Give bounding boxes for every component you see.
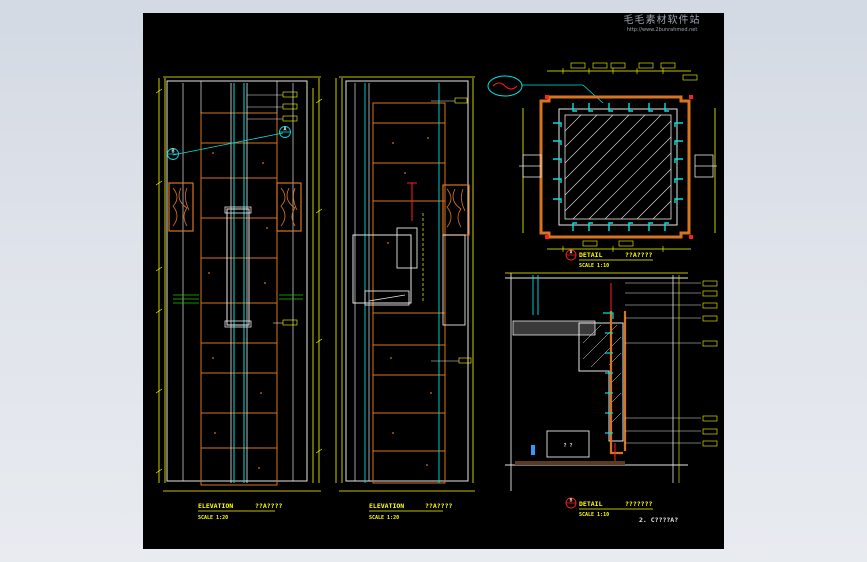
cad-drawing-canvas: ELEVATION ??A???? SCALE 1:20 B A ELEVATI… <box>143 13 724 549</box>
elevation-left-scale: SCALE 1:20 <box>198 515 228 521</box>
section-marker-a-label: A <box>283 127 286 133</box>
detail-a-hatch <box>564 114 672 220</box>
detail-b-title: DETAIL <box>579 500 603 508</box>
elevation-middle-ref: ??A???? <box>425 502 452 510</box>
section-marker-a: A <box>279 126 291 138</box>
detail-b-box-glyph: ? ? <box>563 443 572 449</box>
watermark-url: http://www.2bunrahmed.net <box>626 27 698 33</box>
detail-a-clips <box>553 103 683 231</box>
watermark-title: 毛毛素材软件站 <box>623 15 701 26</box>
sheet-note: 2. C????A? <box>639 516 678 524</box>
detail-a-ref: ??A???? <box>625 251 652 259</box>
detail-a-title: DETAIL <box>579 251 603 259</box>
watermark: 毛毛素材软件站 http://www.2bunrahmed.net <box>612 11 712 33</box>
elevation-left-ref: ??A???? <box>255 502 282 510</box>
elevation-middle: ELEVATION ??A???? SCALE 1:20 <box>335 76 475 521</box>
elevation-left-dim-ticks <box>155 88 323 474</box>
elevation-left-joints <box>201 142 277 449</box>
detail-b-marker: B <box>570 498 573 504</box>
elevation-middle-title: ELEVATION <box>369 502 404 510</box>
section-marker-b-label: B <box>171 149 174 155</box>
elevation-left: ELEVATION ??A???? SCALE 1:20 <box>155 76 323 521</box>
detail-a: A DETAIL ??A???? SCALE 1:10 <box>487 62 717 269</box>
detail-a-marker: A <box>570 250 573 256</box>
detail-b-ref: ??????? <box>625 500 652 508</box>
cad-drawing: ELEVATION ??A???? SCALE 1:20 B A ELEVATI… <box>155 62 718 524</box>
elevation-middle-scale: SCALE 1:20 <box>369 515 399 521</box>
elevation-left-speckle <box>208 152 268 469</box>
detail-b-scale: SCALE 1:10 <box>579 512 609 518</box>
section-marker-b: B <box>167 148 179 160</box>
detail-a-scale: SCALE 1:10 <box>579 263 609 269</box>
elevation-left-title: ELEVATION <box>198 502 233 510</box>
detail-b: ? ? B DETAIL ??????? SCALE 1:10 2. C????… <box>505 272 718 524</box>
